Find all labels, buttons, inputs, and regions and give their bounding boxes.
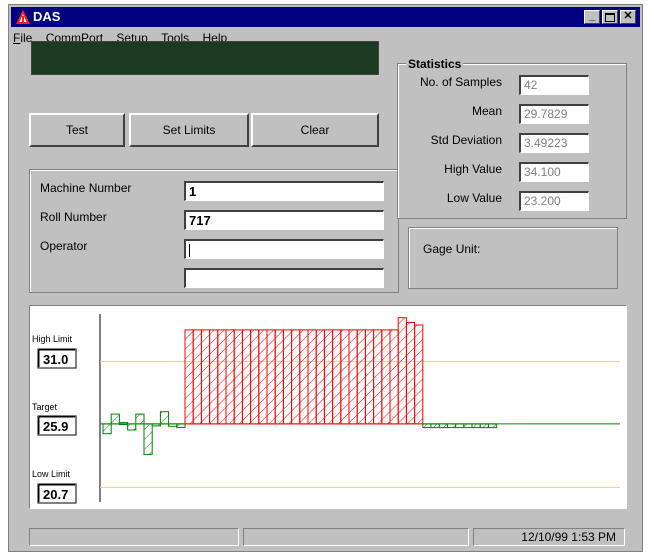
chart-bar bbox=[192, 329, 202, 425]
reading-display bbox=[31, 41, 379, 75]
chart-bar bbox=[200, 329, 211, 425]
control-chart: High Limit 31.0 Target 25.9 Low Limit 20.7 bbox=[32, 314, 620, 504]
text-cursor bbox=[189, 244, 190, 258]
clear-button[interactable]: Clear bbox=[251, 113, 379, 147]
low-limit-value: 20.7 bbox=[43, 487, 68, 502]
chart-bar bbox=[168, 423, 178, 427]
set-limits-button[interactable]: Set Limits bbox=[129, 113, 249, 147]
chart-bar bbox=[217, 329, 227, 425]
operator-input[interactable] bbox=[184, 239, 384, 259]
menu-file[interactable]: File bbox=[13, 31, 32, 45]
samples-value: 42 bbox=[519, 75, 589, 95]
close-button[interactable]: ✕ bbox=[620, 10, 636, 24]
chart-bar bbox=[102, 423, 112, 435]
chart-bar bbox=[143, 423, 153, 455]
std-deviation-label: Std Deviation bbox=[430, 133, 502, 147]
chart-bar bbox=[332, 329, 342, 425]
close-icon: ✕ bbox=[623, 10, 633, 22]
chart-bar bbox=[159, 411, 170, 425]
chart-bar bbox=[381, 329, 391, 425]
title-bar: DAS _ ✕ bbox=[11, 7, 640, 27]
chart-bar bbox=[315, 329, 325, 425]
chart-bar bbox=[118, 422, 129, 426]
roll-number-input[interactable]: 717 bbox=[184, 210, 384, 230]
das-logo-icon bbox=[16, 10, 30, 24]
high-value-value: 34.100 bbox=[519, 162, 589, 182]
gage-unit-group: Gage Unit: bbox=[408, 227, 618, 289]
chart-bar bbox=[414, 324, 424, 425]
chart-bar bbox=[422, 423, 432, 429]
chart-bar bbox=[479, 423, 489, 429]
operator-label: Operator bbox=[40, 239, 88, 253]
chart-bar bbox=[323, 329, 334, 425]
chart-bar bbox=[397, 317, 407, 425]
chart-bar bbox=[291, 329, 301, 425]
chart-bar bbox=[241, 329, 252, 425]
target-label: Target bbox=[32, 402, 58, 412]
chart-bar bbox=[356, 329, 366, 425]
chart-bar bbox=[209, 329, 219, 425]
chart-bar bbox=[340, 329, 350, 425]
chart-bar bbox=[471, 423, 481, 429]
high-limit-value: 31.0 bbox=[43, 352, 68, 367]
target-value: 25.9 bbox=[43, 419, 68, 434]
samples-label: No. of Samples bbox=[419, 75, 502, 89]
chart-bar bbox=[274, 329, 284, 425]
chart-bar bbox=[405, 322, 416, 425]
status-panel-2 bbox=[243, 528, 469, 546]
chart-bar bbox=[266, 329, 276, 425]
chart-bar bbox=[446, 423, 457, 429]
control-chart-panel: High Limit 31.0 Target 25.9 Low Limit 20.7 bbox=[29, 305, 627, 509]
chart-bar bbox=[184, 329, 194, 425]
chart-bar bbox=[225, 329, 235, 425]
chart-bar bbox=[364, 329, 375, 425]
high-value-label: High Value bbox=[444, 162, 502, 176]
high-limit-label: High Limit bbox=[32, 334, 73, 344]
chart-bar bbox=[438, 423, 448, 429]
chart-bar bbox=[127, 423, 137, 431]
chart-bar bbox=[282, 329, 293, 425]
maximize-icon bbox=[605, 13, 615, 22]
status-datetime: 12/10/99 1:53 PM bbox=[473, 528, 625, 546]
test-button[interactable]: Test bbox=[29, 113, 125, 147]
gage-unit-label: Gage Unit: bbox=[423, 242, 481, 256]
chart-bar bbox=[233, 329, 243, 425]
machine-number-input[interactable]: 1 bbox=[184, 181, 384, 201]
chart-bar bbox=[455, 423, 465, 429]
extra-input[interactable] bbox=[184, 268, 384, 288]
low-limit-label: Low Limit bbox=[32, 469, 71, 479]
roll-number-label: Roll Number bbox=[40, 210, 107, 224]
das-window: DAS _ ✕ File CommPort Setup Tools Help T… bbox=[8, 4, 643, 552]
chart-bar bbox=[258, 329, 268, 425]
low-value-value: 23.200 bbox=[519, 191, 589, 211]
chart-bar bbox=[307, 329, 317, 425]
chart-bar bbox=[151, 423, 161, 427]
window-title: DAS bbox=[33, 9, 61, 24]
maximize-button[interactable] bbox=[602, 10, 618, 24]
machine-number-label: Machine Number bbox=[40, 181, 132, 195]
menu-file-mnemonic: F bbox=[13, 31, 21, 45]
chart-bar bbox=[250, 329, 260, 425]
chart-bar bbox=[487, 423, 498, 429]
statistics-title: Statistics bbox=[406, 57, 464, 71]
chart-bar bbox=[389, 329, 399, 425]
chart-bar bbox=[348, 329, 358, 425]
chart-bar bbox=[373, 329, 383, 425]
chart-bar bbox=[430, 423, 440, 429]
std-deviation-value: 3.49223 bbox=[519, 133, 589, 153]
chart-bar bbox=[110, 413, 120, 425]
mean-label: Mean bbox=[471, 104, 502, 118]
status-panel-1 bbox=[29, 528, 239, 546]
chart-bar bbox=[176, 423, 186, 429]
chart-bar bbox=[299, 329, 309, 425]
mean-value: 29.7829 bbox=[519, 104, 589, 124]
minimize-icon: _ bbox=[588, 10, 596, 22]
low-value-label: Low Value bbox=[446, 191, 502, 205]
chart-bar bbox=[135, 413, 145, 425]
minimize-button[interactable]: _ bbox=[584, 10, 600, 24]
chart-bar bbox=[463, 423, 473, 429]
